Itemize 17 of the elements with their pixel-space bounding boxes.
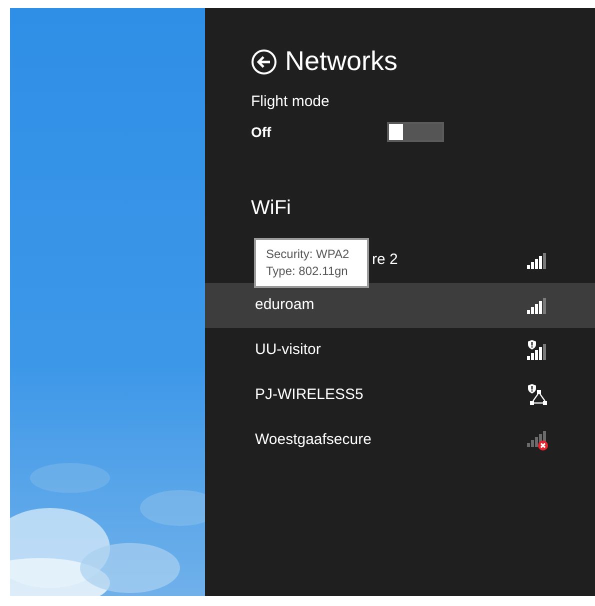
flight-mode-toggle[interactable] — [387, 122, 444, 142]
secured-signal-icon — [527, 340, 549, 360]
network-item[interactable]: PJ-WIRELESS5 — [205, 372, 595, 418]
signal-icon — [527, 251, 549, 269]
panel-title: Networks — [285, 48, 398, 75]
no-signal-icon — [527, 429, 549, 451]
back-icon[interactable] — [251, 48, 277, 74]
flight-mode-label: Flight mode — [251, 92, 330, 112]
adhoc-network-icon — [527, 384, 549, 406]
network-item[interactable]: Woestgaafsecure — [205, 418, 595, 462]
tooltip: Security: WPA2 Type: 802.11gn — [254, 238, 369, 288]
network-item[interactable]: eduroam — [205, 282, 595, 328]
signal-icon — [527, 296, 549, 314]
flight-mode-value: Off — [251, 122, 272, 142]
wifi-heading: WiFi — [251, 196, 291, 220]
network-item[interactable]: re 2 — [372, 238, 595, 282]
network-item[interactable]: UU-visitor — [205, 328, 595, 372]
